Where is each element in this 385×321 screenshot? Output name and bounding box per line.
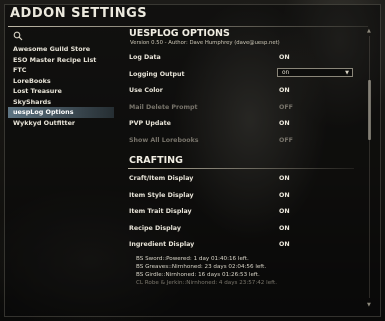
toggle-value[interactable]: ON <box>279 175 290 182</box>
window-title: ADDON SETTINGS <box>10 6 148 21</box>
toggle-value[interactable]: ON <box>279 192 290 199</box>
toggle-value: OFF <box>279 103 293 111</box>
setting-label: PVP Update <box>129 120 171 127</box>
scroll-down-arrow-icon[interactable]: ▼ <box>367 302 371 308</box>
setting-label: Item Style Display <box>129 191 194 199</box>
addon-list: Awesome Guild Store ESO Master Recipe Li… <box>8 44 114 128</box>
sidebar-item-eso-master-recipe-list[interactable]: ESO Master Recipe List <box>8 55 114 66</box>
crafting-section-title: CRAFTING <box>129 155 183 166</box>
setting-logging-output: Logging Output on ▼ <box>124 67 358 84</box>
logging-output-dropdown[interactable]: on ▼ <box>277 67 353 77</box>
setting-pvp-update[interactable]: PVP Update ON <box>124 116 358 133</box>
setting-show-all-lorebooks: Show All Lorebooks OFF <box>124 133 358 150</box>
toggle-value[interactable]: ON <box>279 54 290 61</box>
search-icon[interactable] <box>13 31 23 41</box>
setting-label: Show All Lorebooks <box>129 136 199 144</box>
research-timer-line: CL Robe & Jerkin::Nirnhoned: 4 days 23:5… <box>136 280 277 287</box>
setting-label: Mail Delete Prompt <box>129 103 198 111</box>
setting-label: Craft/Item Display <box>129 175 194 182</box>
sidebar-item-lost-treasure[interactable]: Lost Treasure <box>8 86 114 97</box>
options-section-title: UESPLOG OPTIONS <box>129 28 230 39</box>
setting-label: Use Color <box>129 87 163 94</box>
toggle-value[interactable]: ON <box>279 87 290 94</box>
toggle-value[interactable]: ON <box>279 225 290 232</box>
research-timer-line: BS Sword::Powered: 1 day 01:40:16 left. <box>136 255 249 262</box>
setting-label: Logging Output <box>129 70 185 78</box>
settings-panel: UESPLOG OPTIONS Version 0.50 - Author: D… <box>124 28 358 312</box>
sidebar-item-ftc[interactable]: FTC <box>8 65 114 76</box>
setting-use-color[interactable]: Use Color ON <box>124 83 358 100</box>
setting-ingredient-display[interactable]: Ingredient Display ON <box>124 237 358 254</box>
setting-mail-delete-prompt: Mail Delete Prompt OFF <box>124 100 358 117</box>
toggle-value[interactable]: ON <box>279 208 290 215</box>
setting-item-trait-display[interactable]: Item Trait Display ON <box>124 204 358 221</box>
toggle-value[interactable]: ON <box>279 120 290 127</box>
dropdown-arrow-icon: ▼ <box>345 69 349 76</box>
research-timer-line: BS Girdle::Nirnhoned: 16 days 01:26:53 l… <box>136 272 260 279</box>
setting-label: Recipe Display <box>129 224 181 232</box>
toggle-value[interactable]: ON <box>279 241 290 248</box>
setting-label: Item Trait Display <box>129 208 192 215</box>
setting-log-data[interactable]: Log Data ON <box>124 50 358 67</box>
scroll-thumb[interactable] <box>368 80 371 140</box>
sidebar-item-uesplog-options[interactable]: uespLog Options <box>8 107 114 118</box>
sidebar-item-awesome-guild-store[interactable]: Awesome Guild Store <box>8 44 114 55</box>
setting-recipe-display[interactable]: Recipe Display ON <box>124 221 358 238</box>
setting-item-style-display[interactable]: Item Style Display ON <box>124 188 358 205</box>
scroll-up-arrow-icon[interactable]: ▲ <box>367 28 371 34</box>
research-timer-line: BS Greaves::Nirnhoned: 23 days 02:04:56 … <box>136 263 267 270</box>
section-divider <box>128 168 354 169</box>
sidebar-item-lorebooks[interactable]: LoreBooks <box>8 76 114 87</box>
dropdown-selected-value: on <box>282 69 290 76</box>
research-timers: BS Sword::Powered: 1 day 01:40:16 left. … <box>136 255 358 288</box>
title-divider <box>8 26 368 27</box>
scroll-track[interactable] <box>369 36 370 298</box>
setting-label: Ingredient Display <box>129 241 195 248</box>
sidebar-item-skyshards[interactable]: SkyShards <box>8 97 114 108</box>
setting-craft-item-display[interactable]: Craft/Item Display ON <box>124 171 358 188</box>
toggle-value: OFF <box>279 136 293 144</box>
sidebar-item-wykkyd-outfitter[interactable]: Wykkyd Outfitter <box>8 118 114 129</box>
setting-label: Log Data <box>129 54 161 61</box>
settings-scrollbar[interactable]: ▲ ▼ <box>367 28 372 308</box>
